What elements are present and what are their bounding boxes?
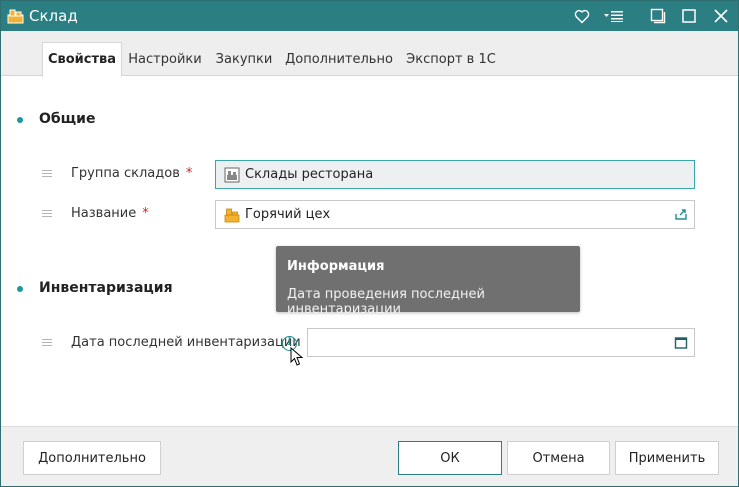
- apply-button[interactable]: Применить: [615, 441, 719, 475]
- ok-button[interactable]: ОК: [398, 441, 502, 475]
- maximize-icon: [682, 9, 696, 23]
- warehouse-group-label: Группа складов *: [71, 166, 193, 181]
- dialog-footer: Дополнительно ОК Отмена Применить: [1, 426, 738, 486]
- tab-export-1c[interactable]: Экспорт в 1С: [403, 42, 499, 76]
- menu-dropdown-icon: [604, 11, 623, 22]
- section-title-general: Общие: [39, 111, 96, 127]
- name-field[interactable]: Горячий цех: [215, 200, 695, 229]
- menu-dropdown-button[interactable]: [599, 1, 629, 31]
- close-button[interactable]: [706, 1, 736, 31]
- favorite-heart-icon: [574, 9, 590, 23]
- mouse-cursor-icon: [290, 347, 304, 366]
- info-tooltip: Информация Дата проведения последней инв…: [276, 246, 580, 317]
- title-bar[interactable]: Склад: [1, 1, 738, 31]
- required-mark: *: [142, 206, 149, 221]
- restore-button[interactable]: [643, 1, 673, 31]
- tooltip-title: Информация: [287, 259, 385, 274]
- required-mark: *: [185, 166, 193, 181]
- warehouse-icon: [224, 208, 240, 223]
- open-entity-icon[interactable]: [674, 207, 688, 221]
- name-label: Название *: [71, 206, 149, 221]
- tab-properties[interactable]: Свойства: [42, 42, 122, 77]
- window-title: Склад: [29, 7, 78, 25]
- tab-additional[interactable]: Дополнительно: [283, 42, 395, 76]
- tab-bar: Свойства Настройки Закупки Дополнительно…: [1, 31, 738, 77]
- drag-handle-icon[interactable]: [42, 210, 52, 218]
- warehouse-icon: [7, 9, 24, 24]
- name-value: Горячий цех: [245, 207, 331, 222]
- restore-icon: [650, 8, 666, 24]
- section-bullet: [17, 117, 23, 123]
- favorite-button[interactable]: [567, 1, 597, 31]
- section-title-inventory: Инвентаризация: [39, 280, 173, 296]
- warehouse-group-value: Склады ресторана: [245, 167, 374, 182]
- tab-settings[interactable]: Настройки: [125, 42, 205, 76]
- tab-purchases[interactable]: Закупки: [211, 42, 277, 76]
- calendar-icon[interactable]: [674, 336, 688, 350]
- warehouse-group-icon: [224, 167, 240, 183]
- drag-handle-icon[interactable]: [42, 170, 52, 178]
- more-button[interactable]: Дополнительно: [23, 441, 161, 475]
- maximize-button[interactable]: [674, 1, 704, 31]
- last-inventory-date-field[interactable]: [307, 328, 695, 357]
- cancel-button[interactable]: Отмена: [507, 441, 610, 475]
- section-bullet: [17, 286, 23, 292]
- drag-handle-icon[interactable]: [42, 339, 52, 347]
- close-icon: [714, 9, 728, 23]
- last-inventory-date-label: Дата последней инвентаризации: [71, 335, 301, 350]
- tooltip-body: Дата проведения последней инвентаризации: [287, 287, 485, 317]
- warehouse-group-field[interactable]: Склады ресторана: [215, 160, 695, 189]
- warehouse-dialog: Склад Свойства Настройки Закупки Дополни…: [0, 0, 739, 487]
